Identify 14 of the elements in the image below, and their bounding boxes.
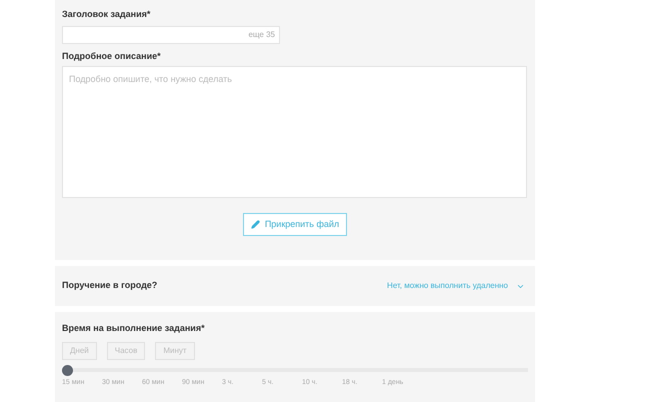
- field-label: Подробное описание*: [62, 50, 162, 63]
- field-label: Время на выполнение задания*: [62, 322, 206, 335]
- unit-button[interactable]: Минут: [155, 342, 195, 360]
- unit-button[interactable]: Часов: [106, 342, 146, 360]
- pencil-icon: [250, 220, 260, 229]
- unit-button[interactable]: Дней: [62, 342, 97, 360]
- slider-thumb[interactable]: [62, 364, 73, 376]
- attach-file-button[interactable]: Прикрепить файл: [242, 213, 348, 236]
- character-counter: еще 35: [248, 28, 275, 40]
- remote-option-dropdown[interactable]: Нет, можно выполнить удаленно: [387, 280, 528, 292]
- field-label: Заголовок задания*: [62, 8, 152, 21]
- question-label: Поручение в городе?: [62, 279, 158, 292]
- description-textarea[interactable]: Подробно опишите, что нужно сделать: [62, 66, 527, 198]
- title-input[interactable]: еще 35: [62, 26, 280, 44]
